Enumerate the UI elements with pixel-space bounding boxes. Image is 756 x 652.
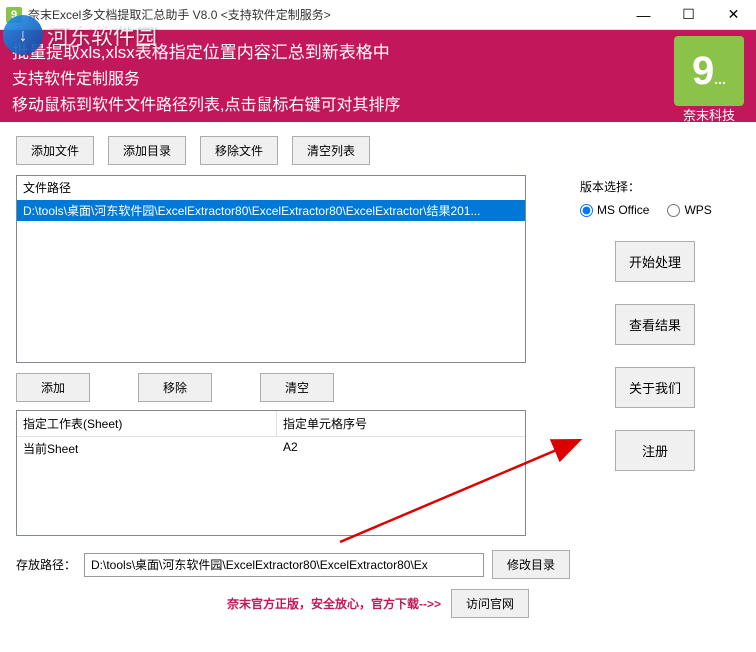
sheet-table[interactable]: 指定工作表(Sheet) 指定单元格序号 当前Sheet A2 <box>16 410 526 536</box>
ms-office-radio[interactable]: MS Office <box>580 203 649 217</box>
start-process-button[interactable]: 开始处理 <box>615 241 695 282</box>
file-toolbar: 添加文件 添加目录 移除文件 清空列表 <box>16 136 526 165</box>
brand-logo: 9... 奈末科技 <box>674 36 744 106</box>
add-file-button[interactable]: 添加文件 <box>16 136 94 165</box>
maximize-button[interactable]: ☐ <box>666 0 711 29</box>
minimize-button[interactable]: — <box>621 0 666 29</box>
brand-logo-9: 9... <box>692 51 726 91</box>
save-path-label: 存放路径： <box>16 556 76 573</box>
sheet-add-button[interactable]: 添加 <box>16 373 90 402</box>
save-path-row: 存放路径： 修改目录 <box>16 550 740 579</box>
sheet-toolbar: 添加 移除 清空 <box>16 373 526 402</box>
version-label: 版本选择： <box>580 178 730 195</box>
cell-range: A2 <box>277 437 304 460</box>
sheet-col1-header: 指定工作表(Sheet) <box>17 411 277 436</box>
content-area: 添加文件 添加目录 移除文件 清空列表 文件路径 D:\tools\桌面\河东软… <box>0 122 756 626</box>
banner: 批量提取xls,xlsx表格指定位置内容汇总到新表格中 支持软件定制服务 移动鼠… <box>0 30 756 122</box>
file-list-item[interactable]: D:\tools\桌面\河东软件园\ExcelExtractor80\Excel… <box>17 200 525 221</box>
banner-line3: 移动鼠标到软件文件路径列表,点击鼠标右键可对其排序 <box>12 91 744 115</box>
wps-radio[interactable]: WPS <box>667 203 711 217</box>
register-button[interactable]: 注册 <box>615 430 695 471</box>
footer-text: 奈末官方正版，安全放心，官方下载-->> <box>227 595 441 612</box>
modify-dir-button[interactable]: 修改目录 <box>492 550 570 579</box>
sheet-remove-button[interactable]: 移除 <box>138 373 212 402</box>
sheet-table-header: 指定工作表(Sheet) 指定单元格序号 <box>17 411 525 437</box>
visit-official-button[interactable]: 访问官网 <box>451 589 529 618</box>
file-list-header: 文件路径 <box>17 176 525 200</box>
table-row[interactable]: 当前Sheet A2 <box>17 437 525 460</box>
file-list[interactable]: 文件路径 D:\tools\桌面\河东软件园\ExcelExtractor80\… <box>16 175 526 363</box>
window-title: 奈末Excel多文档提取汇总助手 V8.0 <支持软件定制服务> <box>28 6 621 23</box>
banner-line1: 批量提取xls,xlsx表格指定位置内容汇总到新表格中 <box>12 38 744 63</box>
save-path-input[interactable] <box>84 553 484 577</box>
version-radio-group: MS Office WPS <box>580 203 730 217</box>
right-panel: 版本选择： MS Office WPS 开始处理 查看结果 关于我们 注册 <box>580 178 730 493</box>
banner-line2: 支持软件定制服务 <box>12 65 744 89</box>
add-dir-button[interactable]: 添加目录 <box>108 136 186 165</box>
titlebar: 奈末Excel多文档提取汇总助手 V8.0 <支持软件定制服务> — ☐ ✕ <box>0 0 756 30</box>
close-button[interactable]: ✕ <box>711 0 756 29</box>
view-result-button[interactable]: 查看结果 <box>615 304 695 345</box>
about-button[interactable]: 关于我们 <box>615 367 695 408</box>
remove-file-button[interactable]: 移除文件 <box>200 136 278 165</box>
window-controls: — ☐ ✕ <box>621 0 756 29</box>
footer: 奈末官方正版，安全放心，官方下载-->> 访问官网 <box>16 589 740 618</box>
clear-list-button[interactable]: 清空列表 <box>292 136 370 165</box>
app-icon <box>6 7 22 23</box>
sheet-col2-header: 指定单元格序号 <box>277 411 373 436</box>
sheet-clear-button[interactable]: 清空 <box>260 373 334 402</box>
sheet-cell: 当前Sheet <box>17 437 277 460</box>
